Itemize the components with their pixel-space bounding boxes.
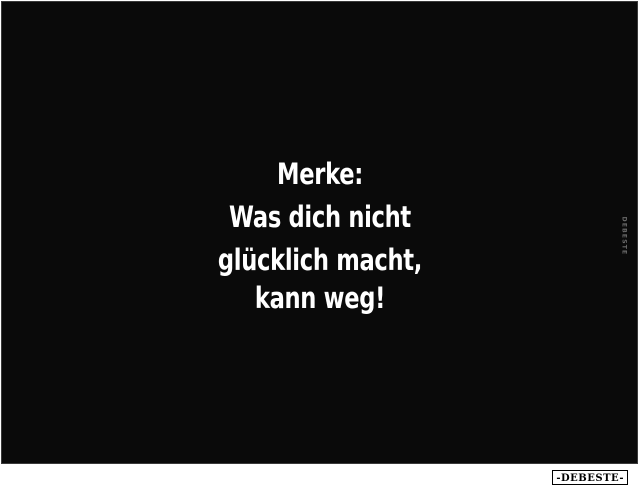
- side-watermark: DEBESTE: [620, 216, 628, 256]
- quote-line-3: kann weg!: [254, 281, 386, 315]
- quote-line-1: Was dich nicht: [229, 200, 411, 234]
- brand-badge[interactable]: -DEBESTE-: [552, 470, 628, 485]
- quote-heading: Merke:: [277, 157, 363, 191]
- quote-line-2: glücklich macht,: [217, 243, 423, 277]
